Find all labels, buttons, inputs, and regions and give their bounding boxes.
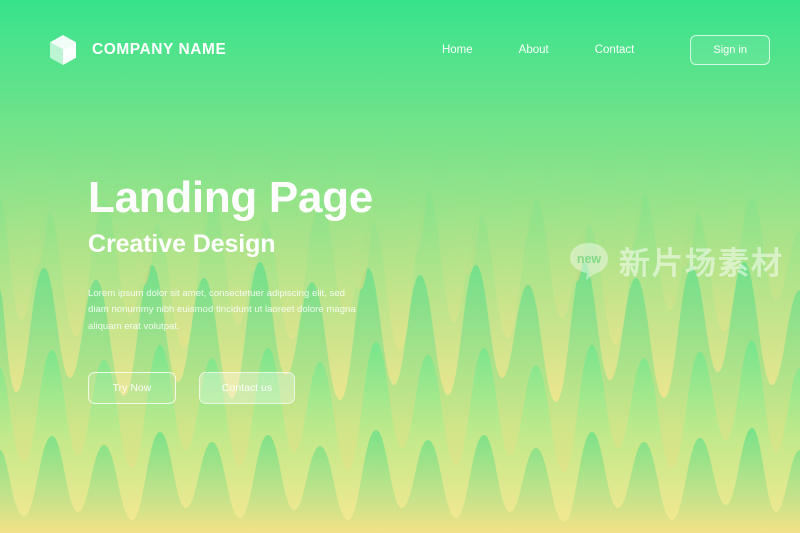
- hero-paragraph: Lorem ipsum dolor sit amet, consectetuer…: [88, 287, 356, 332]
- nav-link-contact[interactable]: Contact: [595, 38, 635, 62]
- main-nav: Home About Contact Sign in: [396, 35, 770, 65]
- site-header: COMPANY NAME Home About Contact Sign in: [0, 0, 800, 100]
- contact-us-button[interactable]: Contact us: [199, 372, 295, 405]
- hero-cta-group: Try Now Contact us: [88, 372, 508, 405]
- nav-link-home[interactable]: Home: [442, 38, 473, 62]
- hero-subtitle: Creative Design: [88, 229, 276, 258]
- hero-title: Landing Page: [88, 173, 373, 222]
- nav-link-about[interactable]: About: [519, 38, 549, 62]
- brand-name: COMPANY NAME: [92, 41, 227, 58]
- cube-icon: [50, 35, 76, 65]
- hero-section: Landing Page Creative Design Lorem ipsum…: [88, 173, 508, 405]
- sign-in-button[interactable]: Sign in: [690, 35, 770, 65]
- landing-page: COMPANY NAME Home About Contact Sign in …: [0, 0, 800, 533]
- brand[interactable]: COMPANY NAME: [48, 34, 226, 66]
- try-now-button[interactable]: Try Now: [88, 372, 176, 405]
